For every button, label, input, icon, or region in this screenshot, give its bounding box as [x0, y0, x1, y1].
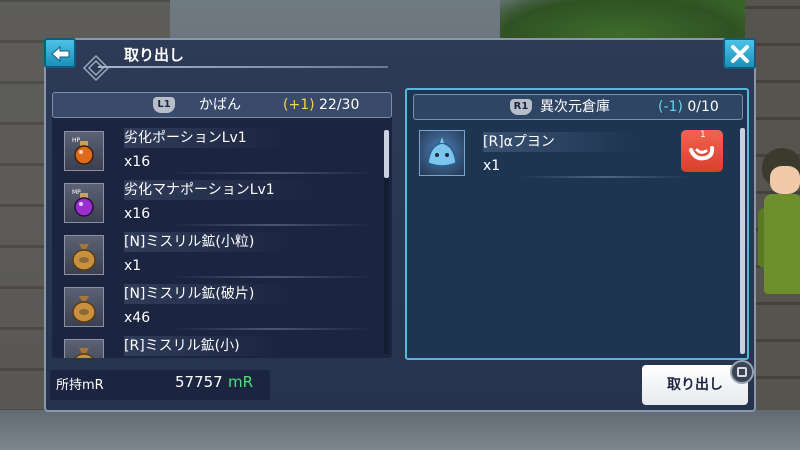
storage-scrollbar[interactable] — [740, 128, 745, 356]
item-name: 劣化マナポーションLv1 — [124, 180, 315, 200]
item-divider — [172, 172, 372, 174]
tag-count: 1 — [700, 130, 706, 140]
title-underline — [98, 66, 388, 68]
r1-badge: R1 — [510, 99, 532, 115]
storage-capacity: 0/10 — [687, 99, 719, 115]
svg-text:HP: HP — [72, 137, 81, 144]
list-item[interactable]: [N]ミスリル鉱(破片) x46 — [52, 284, 372, 332]
bag-header[interactable]: L1 かばん (+1) 22/30 — [52, 92, 392, 118]
bag-modifier: (+1) — [283, 97, 315, 113]
player-character — [758, 148, 800, 298]
ground — [0, 410, 800, 450]
list-item[interactable]: HP 劣化ポーションLv1 x16 — [52, 128, 372, 176]
bag-count: (+1) 22/30 — [283, 94, 359, 116]
close-button[interactable] — [723, 38, 756, 69]
item-qty: x46 — [124, 310, 151, 326]
item-divider — [520, 176, 690, 178]
list-item[interactable]: [R]ミスリル鉱(小) — [52, 336, 364, 358]
currency-unit: mR — [228, 373, 254, 391]
storage-panel: R1 異次元倉庫 (-1) 0/10 — [405, 88, 749, 360]
dialog-title: 取り出し — [124, 46, 185, 64]
diamond-ornament-icon — [82, 55, 110, 81]
item-name: 劣化ポーションLv1 — [124, 128, 287, 148]
blue-slime-icon[interactable] — [419, 130, 465, 176]
back-arrow-icon — [51, 45, 70, 63]
item-qty: x1 — [483, 158, 501, 174]
ore-bag-icon — [64, 235, 104, 275]
bag-scrollbar[interactable] — [384, 130, 389, 354]
close-x-icon — [731, 45, 749, 63]
ore-bag-icon — [64, 339, 104, 358]
svg-text:MP: MP — [72, 189, 81, 196]
storage-count: (-1) 0/10 — [658, 96, 719, 118]
l1-badge: L1 — [153, 97, 175, 113]
item-divider — [172, 276, 372, 278]
item-qty: x16 — [124, 206, 151, 222]
bag-scroll-thumb[interactable] — [384, 130, 389, 178]
ore-bag-icon — [64, 287, 104, 327]
bag-label: かばん — [199, 97, 241, 113]
item-qty: x16 — [124, 154, 151, 170]
list-item[interactable]: [N]ミスリル鉱(小粒) x1 — [52, 232, 372, 280]
item-divider — [172, 224, 372, 226]
bag-panel: L1 かばん (+1) 22/30 HP 劣化ポーションLv1 x16 MP 劣… — [52, 92, 392, 358]
back-button[interactable] — [44, 38, 76, 68]
currency-label: 所持mR — [56, 378, 104, 393]
hp-potion-icon: HP — [64, 131, 104, 171]
item-name: [N]ミスリル鉱(破片) — [124, 284, 295, 304]
storage-scroll-thumb[interactable] — [740, 128, 745, 354]
currency-value: 57757 — [175, 373, 223, 391]
mp-potion-icon: MP — [64, 183, 104, 223]
item-qty: x1 — [124, 258, 142, 274]
item-name: [N]ミスリル鉱(小粒) — [124, 232, 295, 252]
bag-capacity: 22/30 — [319, 97, 360, 113]
storage-label: 異次元倉庫 — [540, 99, 610, 115]
item-name: [R]αプヨン — [483, 132, 635, 152]
list-item[interactable]: MP 劣化マナポーションLv1 x16 — [52, 180, 372, 228]
item-divider — [172, 328, 372, 330]
storage-header[interactable]: R1 異次元倉庫 (-1) 0/10 — [413, 94, 743, 120]
r-button-icon — [730, 360, 754, 384]
storage-modifier: (-1) — [658, 99, 683, 115]
item-name: [R]ミスリル鉱(小) — [124, 336, 280, 356]
